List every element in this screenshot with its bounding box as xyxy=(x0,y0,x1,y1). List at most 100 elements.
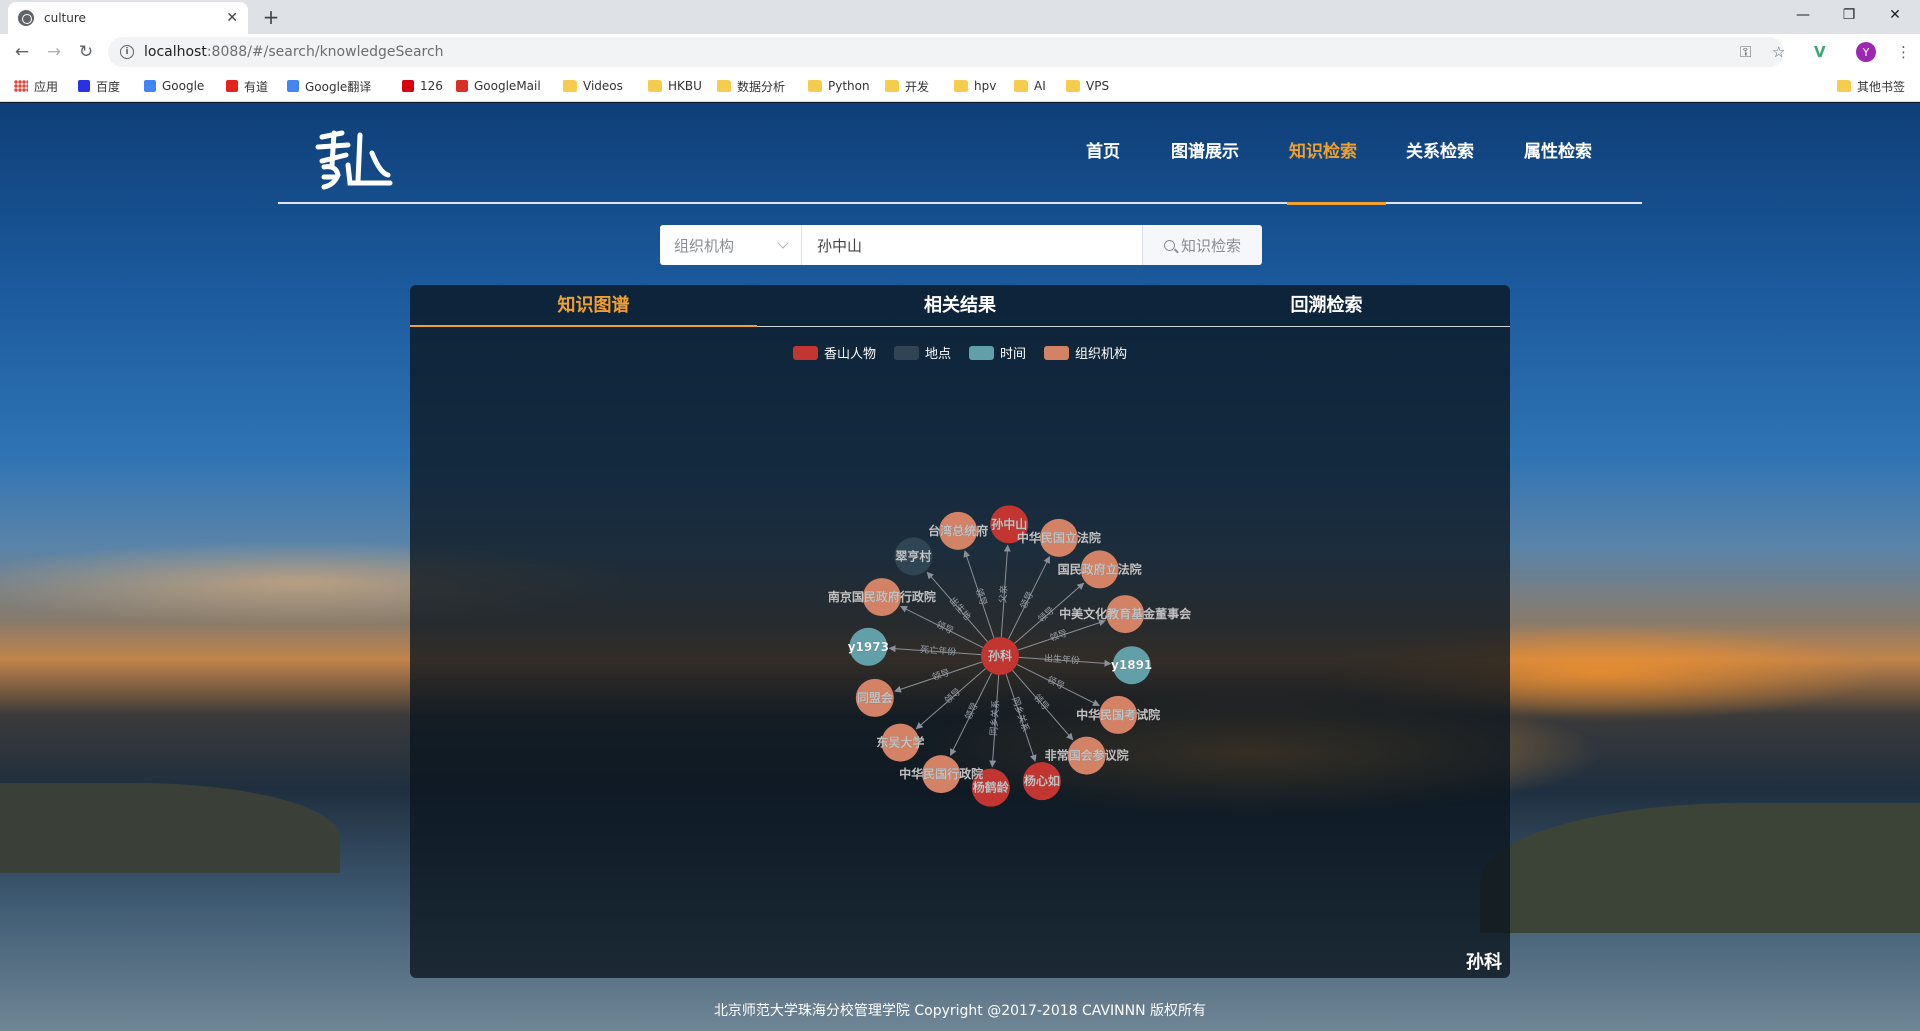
vue-devtools-icon[interactable]: V xyxy=(1814,34,1826,70)
legend-swatch xyxy=(969,345,994,360)
site-info-icon[interactable]: i xyxy=(120,45,134,59)
current-entity-label: 孙科 xyxy=(1466,952,1502,973)
nav-home[interactable]: 首页 xyxy=(1086,137,1120,167)
bookmark-label: 126 xyxy=(420,79,443,93)
bookmark-item[interactable]: 数据分析 xyxy=(717,70,785,102)
node-label: y1973 xyxy=(848,640,889,654)
site-header: 首页 图谱展示 知识检索 关系检索 属性检索 xyxy=(278,103,1642,204)
legend-item[interactable]: 时间 xyxy=(969,343,1026,362)
bookmark-item[interactable]: Google翻译 xyxy=(287,70,371,102)
bookmark-item[interactable]: AI xyxy=(1014,70,1046,102)
bookmark-label: 百度 xyxy=(96,79,121,94)
bookmark-item[interactable]: 开发 xyxy=(885,70,929,102)
tab-related-results[interactable]: 相关结果 xyxy=(777,285,1143,327)
knowledge-graph[interactable]: 父亲 领导领导领导出生年份领导领导同乡关系同乡关系领导领导领导死亡年份领导出生地领… xyxy=(410,365,1510,978)
graph-node[interactable]: 中美文化教育基金董事会 xyxy=(1059,595,1192,634)
legend-item[interactable]: 香山人物 xyxy=(792,343,876,362)
bookmark-item[interactable]: 有道 xyxy=(226,70,268,102)
legend-label: 时间 xyxy=(1000,347,1027,362)
menu-icon[interactable]: ⋮ xyxy=(1896,34,1911,70)
graph-node[interactable]: 中华民国立法院 xyxy=(1017,518,1101,557)
bookmark-item[interactable]: 126 xyxy=(402,70,443,102)
graph-node[interactable]: y1973 xyxy=(848,627,889,666)
browser-tab[interactable]: culture ✕ xyxy=(8,2,248,34)
graph-node[interactable]: 台湾总统府 xyxy=(928,511,988,550)
forward-icon[interactable]: → xyxy=(42,40,66,64)
bookmark-item[interactable]: VPS xyxy=(1066,70,1109,102)
bookmark-label: HKBU xyxy=(668,79,702,93)
graph-node[interactable]: 孙科 xyxy=(981,637,1019,675)
nav-graph-display[interactable]: 图谱展示 xyxy=(1171,137,1239,167)
graph-node[interactable]: y1891 xyxy=(1111,646,1152,685)
link-label: 出生地 xyxy=(947,594,974,622)
graph-node[interactable]: 中华民国行政院 xyxy=(899,755,983,794)
node-label: 杨鹤龄 xyxy=(973,780,1010,795)
bookmark-item[interactable]: GoogleMail xyxy=(456,70,541,102)
bookmark-item[interactable]: Videos xyxy=(563,70,623,102)
other-bookmarks-label: 其他书签 xyxy=(1857,79,1906,94)
translate-icon xyxy=(287,80,299,92)
graph-node[interactable]: 国民政府立法院 xyxy=(1057,550,1142,589)
node-label: 国民政府立法院 xyxy=(1058,561,1142,576)
graph-node[interactable]: 东吴大学 xyxy=(876,723,925,762)
key-icon[interactable]: ⚿ xyxy=(1740,34,1751,70)
knowledge-search-button[interactable]: 知识检索 xyxy=(1142,225,1262,265)
folder-icon xyxy=(808,80,822,92)
node-label: 翠亨村 xyxy=(895,548,931,563)
bookmark-item[interactable]: 百度 xyxy=(78,70,120,102)
graph-node[interactable]: 南京国民政府行政院 xyxy=(828,578,936,617)
nav-attribute-search[interactable]: 属性检索 xyxy=(1524,137,1592,167)
reload-icon[interactable]: ↻ xyxy=(74,40,98,64)
link-label: 领导 xyxy=(1045,673,1066,692)
legend-swatch xyxy=(1044,345,1070,360)
nav-knowledge-search[interactable]: 知识检索 xyxy=(1289,137,1357,167)
category-select[interactable]: 组织机构 xyxy=(660,225,802,265)
tab-backtrack-search[interactable]: 回溯检索 xyxy=(1143,285,1510,327)
bookmark-label: Google xyxy=(162,79,205,93)
legend-swatch xyxy=(792,345,818,360)
other-bookmarks[interactable]: 其他书签 xyxy=(1837,70,1905,102)
node-label: 东吴大学 xyxy=(876,735,924,750)
node-label: 孙科 xyxy=(988,648,1012,663)
link-label: 领导 xyxy=(1017,589,1036,610)
bookmarks-bar: 其他书签 应用 百度 Google 有道 Google翻译 126 GoogleMail Vi… xyxy=(0,70,1920,102)
address-bar[interactable]: i localhost:8088/#/search/knowledgeSearc… xyxy=(108,37,1784,67)
restore-icon[interactable]: ❐ xyxy=(1826,0,1872,30)
search-input[interactable] xyxy=(802,225,1142,265)
tab-knowledge-graph[interactable]: 知识图谱 xyxy=(410,285,777,327)
bookmark-label: VPS xyxy=(1086,79,1110,93)
close-window-icon[interactable]: ✕ xyxy=(1872,0,1918,30)
baidu-icon xyxy=(78,80,90,92)
node-label: 中美文化教育基金董事会 xyxy=(1059,606,1192,621)
folder-icon xyxy=(954,80,968,92)
new-tab-icon[interactable]: + xyxy=(258,4,284,30)
graph-node[interactable]: 非常国会参议院 xyxy=(1044,736,1129,775)
minimize-icon[interactable]: — xyxy=(1780,0,1826,30)
folder-icon xyxy=(717,80,731,92)
graph-node[interactable]: 翠亨村 xyxy=(894,537,933,576)
bookmark-item[interactable]: hpv xyxy=(954,70,996,102)
star-icon[interactable]: ☆ xyxy=(1772,34,1785,70)
node-label: 中华民国考试院 xyxy=(1076,707,1160,722)
bookmark-item[interactable]: 应用 xyxy=(14,70,58,102)
link-label: 领导 xyxy=(934,618,955,637)
node-label: 中华民国行政院 xyxy=(899,766,983,781)
legend-swatch xyxy=(893,345,919,360)
legend-item[interactable]: 组织机构 xyxy=(1044,343,1127,362)
avatar[interactable]: Y xyxy=(1856,42,1876,62)
bookmark-label: hpv xyxy=(974,79,997,93)
link-label: 同乡关系 xyxy=(987,699,1001,736)
bookmark-item[interactable]: Python xyxy=(808,70,870,102)
bookmark-label: AI xyxy=(1034,79,1046,93)
nav-relation-search[interactable]: 关系检索 xyxy=(1406,137,1474,167)
bookmark-item[interactable]: HKBU xyxy=(648,70,702,102)
nav-active-underline xyxy=(1287,202,1386,205)
close-tab-icon[interactable]: ✕ xyxy=(226,10,238,26)
graph-node[interactable]: 同盟会 xyxy=(855,678,894,717)
graph-node[interactable]: 中华民国考试院 xyxy=(1076,695,1160,734)
bookmark-item[interactable]: Google xyxy=(144,70,204,102)
site-logo[interactable] xyxy=(314,125,394,193)
legend-item[interactable]: 地点 xyxy=(893,343,951,362)
back-icon[interactable]: ← xyxy=(10,40,34,64)
graph-node[interactable]: 杨心如 xyxy=(1022,762,1061,801)
